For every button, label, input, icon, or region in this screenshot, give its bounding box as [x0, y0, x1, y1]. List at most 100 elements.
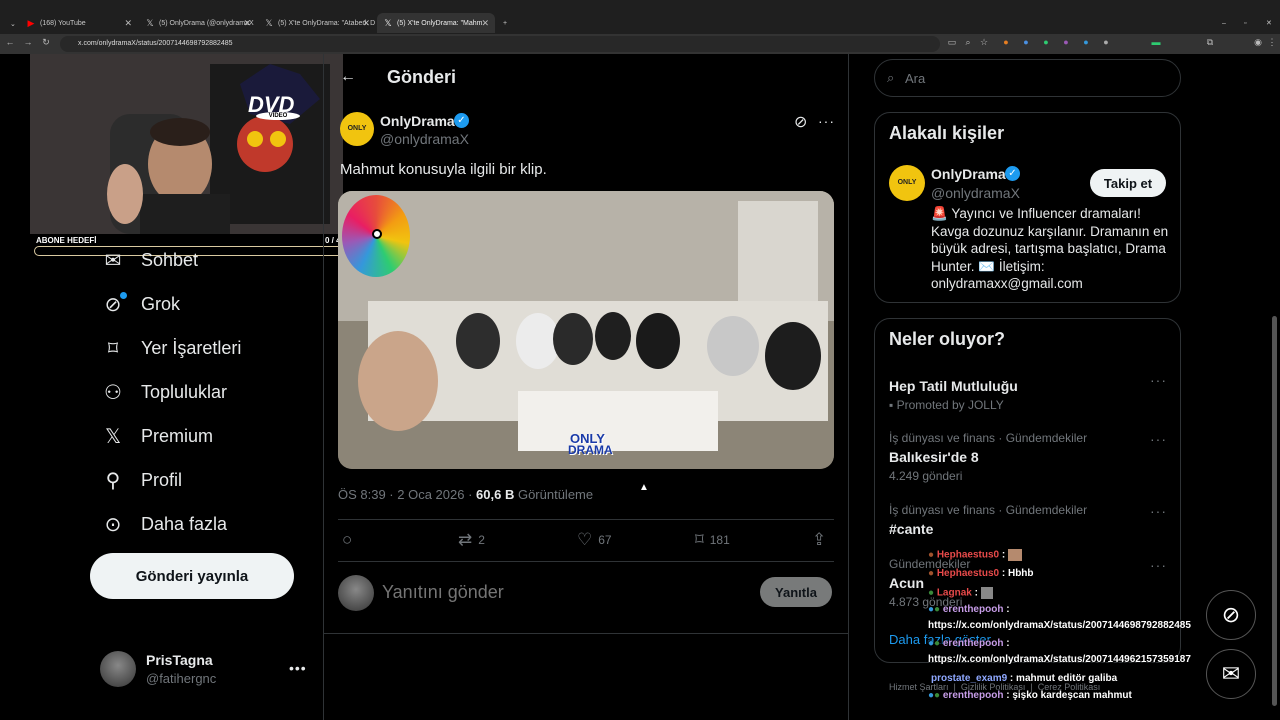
reply-icon: ○ [342, 530, 353, 549]
like-action[interactable]: ♡ 67 [577, 530, 612, 550]
extension-icon[interactable]: ● [1040, 37, 1052, 47]
author-avatar[interactable]: ONLY [340, 112, 374, 146]
new-tab-button[interactable]: + [497, 13, 511, 33]
author-handle[interactable]: @onlydramaX [380, 131, 469, 147]
related-bio: 🚨 Yayıncı ve Influencer dramaları! Kavga… [931, 206, 1169, 292]
avatar[interactable] [100, 651, 136, 687]
account-name[interactable]: PrisTagna [146, 652, 213, 668]
chat-badge-icon: ● [928, 568, 935, 579]
tab-search-button[interactable]: ⌄ [4, 14, 18, 34]
chat-message: ●● erenthepooh : [928, 604, 1010, 615]
sidebar-item-more[interactable]: ⊙ Daha fazla [100, 509, 227, 539]
forward-icon[interactable]: → [22, 37, 34, 47]
sidebar-item-grok[interactable]: ⊘ Grok [100, 289, 180, 319]
sidebar-item-communities[interactable]: ⚇ Topluluklar [100, 377, 227, 407]
person-icon: ⚲ [105, 469, 121, 492]
dvd-logo-sub: VIDEO [256, 112, 300, 120]
close-icon[interactable]: ✕ [124, 18, 132, 29]
browser-tab-strip: ⌄ ▶ (168) YouTube ✕ 𝕏 (5) OnlyDrama (@on… [0, 0, 1280, 34]
back-arrow-icon[interactable]: ← [340, 68, 356, 86]
reply-action[interactable]: ○ [342, 530, 358, 550]
related-avatar[interactable]: ONLY [889, 165, 925, 201]
sidebar-item-profile[interactable]: ⚲ Profil [100, 465, 182, 495]
profile-icon[interactable]: ◉ [1252, 37, 1264, 48]
trend-item[interactable]: İş dünyası ve finans · Gündemdekiler #ca… [889, 503, 1179, 537]
chat-message: prostate_exam9 : mahmut editör galiba [931, 673, 1118, 684]
reply-input[interactable] [382, 579, 742, 605]
trend-item[interactable]: Gündemdekiler Acun 4.873 gönderi [889, 557, 1179, 609]
post-video[interactable]: ONLY DRAMA [338, 191, 834, 469]
repost-icon: ⇄ [458, 530, 473, 549]
reload-icon[interactable]: ↻ [40, 37, 52, 48]
tab-onlydrama-mahmut[interactable]: 𝕏 (5) X'te OnlyDrama: "Mahm ✕ [377, 13, 495, 33]
trend-item[interactable]: Hep Tatil Mutluluğu ▪ Promoted by JOLLY [889, 374, 1179, 412]
extension-icon[interactable]: ● [1080, 37, 1092, 47]
tab-onlydrama-ataberk[interactable]: 𝕏 (5) X'te OnlyDrama: "Ataberk D ✕ [258, 13, 376, 33]
author-name[interactable]: OnlyDrama [380, 113, 455, 129]
bookmark-action[interactable]: ⌑ 181 [695, 530, 730, 550]
cast-icon[interactable]: ▭ [946, 37, 958, 48]
chat-badge-icon: ● [928, 549, 935, 561]
account-menu-icon[interactable]: ••• [289, 660, 307, 676]
messages-fab-icon[interactable]: ✉ [1206, 649, 1256, 699]
more-circle-icon: ⊙ [104, 513, 122, 536]
grok-icon[interactable]: ⊘ [794, 112, 807, 132]
trend-item[interactable]: İş dünyası ve finans · Gündemdekiler Bal… [889, 431, 1179, 483]
related-handle[interactable]: @onlydramaX [931, 185, 1020, 201]
close-icon[interactable]: ✕ [362, 18, 370, 29]
trend-more-icon[interactable]: ··· [1150, 503, 1167, 519]
views-count: 60,6 B [476, 487, 515, 502]
star-icon[interactable]: ☆ [978, 37, 990, 48]
window-close-icon[interactable]: ✕ [1260, 13, 1274, 33]
post-meta: ÖS 8:39 · 2 Oca 2026 · 60,6 B Görüntülem… [338, 487, 593, 502]
address-bar[interactable]: x.com/onlydramaX/status/2007144698792882… [60, 36, 940, 52]
share-action[interactable]: ⇪ [812, 530, 832, 550]
sidebar-item-premium[interactable]: 𝕏 Premium [100, 421, 213, 451]
mouse-cursor: ▲ [639, 482, 649, 493]
trend-more-icon[interactable]: ··· [1150, 431, 1167, 447]
browser-menu-icon[interactable]: ⋮ [1266, 37, 1278, 48]
scrollbar[interactable] [1272, 316, 1277, 706]
divider [338, 561, 834, 562]
maximize-icon[interactable]: ▫ [1238, 13, 1252, 33]
post-more-icon[interactable]: ··· [818, 113, 835, 129]
chat-message: ●● erenthepooh : [928, 638, 1010, 649]
related-name[interactable]: OnlyDrama [931, 166, 1006, 182]
sidebar-item-bookmarks[interactable]: ⌑ Yer İşaretleri [100, 333, 242, 363]
promoted-label: ▪ Promoted by JOLLY [889, 398, 1004, 412]
trend-more-icon[interactable]: ··· [1150, 557, 1167, 573]
search-box[interactable]: ⌕ Ara [874, 59, 1181, 97]
follow-button[interactable]: Takip et [1090, 169, 1166, 197]
repost-action[interactable]: ⇄ 2 [458, 530, 485, 550]
chat-badge-icon: ● [934, 604, 941, 615]
post-timestamp[interactable]: ÖS 8:39 · 2 Oca 2026 · [338, 487, 476, 502]
chat-emote [1007, 549, 1022, 561]
subscriber-goal-label: ABONE HEDEFİ [36, 236, 97, 245]
post-button[interactable]: Gönderi yayınla [90, 553, 294, 599]
account-handle: @fatihergnc [146, 671, 217, 686]
verified-badge-icon: ✓ [454, 113, 469, 128]
back-icon[interactable]: ← [4, 37, 16, 47]
chat-message: ●● erenthepooh : şişko kardeşcan mahmut [928, 690, 1132, 701]
close-icon[interactable]: ✕ [243, 18, 251, 29]
trend-more-icon[interactable]: ··· [1150, 372, 1167, 388]
tab-youtube[interactable]: ▶ (168) YouTube ✕ [20, 13, 138, 33]
chat-emote [980, 587, 993, 599]
close-icon[interactable]: ✕ [481, 18, 489, 29]
tab-onlydrama-profile[interactable]: 𝕏 (5) OnlyDrama (@onlydramaX ✕ [139, 13, 257, 33]
grok-fab-icon[interactable]: ⊘ [1206, 590, 1256, 640]
chat-message-text: https://x.com/onlydramaX/status/20071446… [928, 620, 1191, 631]
extension-icon[interactable]: ▬ [1150, 37, 1162, 47]
extension-icon[interactable]: ● [1000, 37, 1012, 47]
minimize-icon[interactable]: – [1216, 13, 1230, 33]
chat-message: ● Lagnak : [928, 587, 993, 599]
reply-button[interactable]: Yanıtla [760, 577, 832, 607]
extension-icon[interactable]: ● [1060, 37, 1072, 47]
zoom-icon[interactable]: ⌕ [962, 37, 974, 48]
extension-icon[interactable]: ● [1100, 37, 1112, 47]
extensions-puzzle-icon[interactable]: ⧉ [1204, 37, 1216, 48]
reply-avatar [338, 575, 374, 611]
extension-icon[interactable]: ● [1020, 37, 1032, 47]
divider [338, 519, 834, 520]
sidebar-item-chat[interactable]: ✉ Sohbet [100, 245, 198, 275]
